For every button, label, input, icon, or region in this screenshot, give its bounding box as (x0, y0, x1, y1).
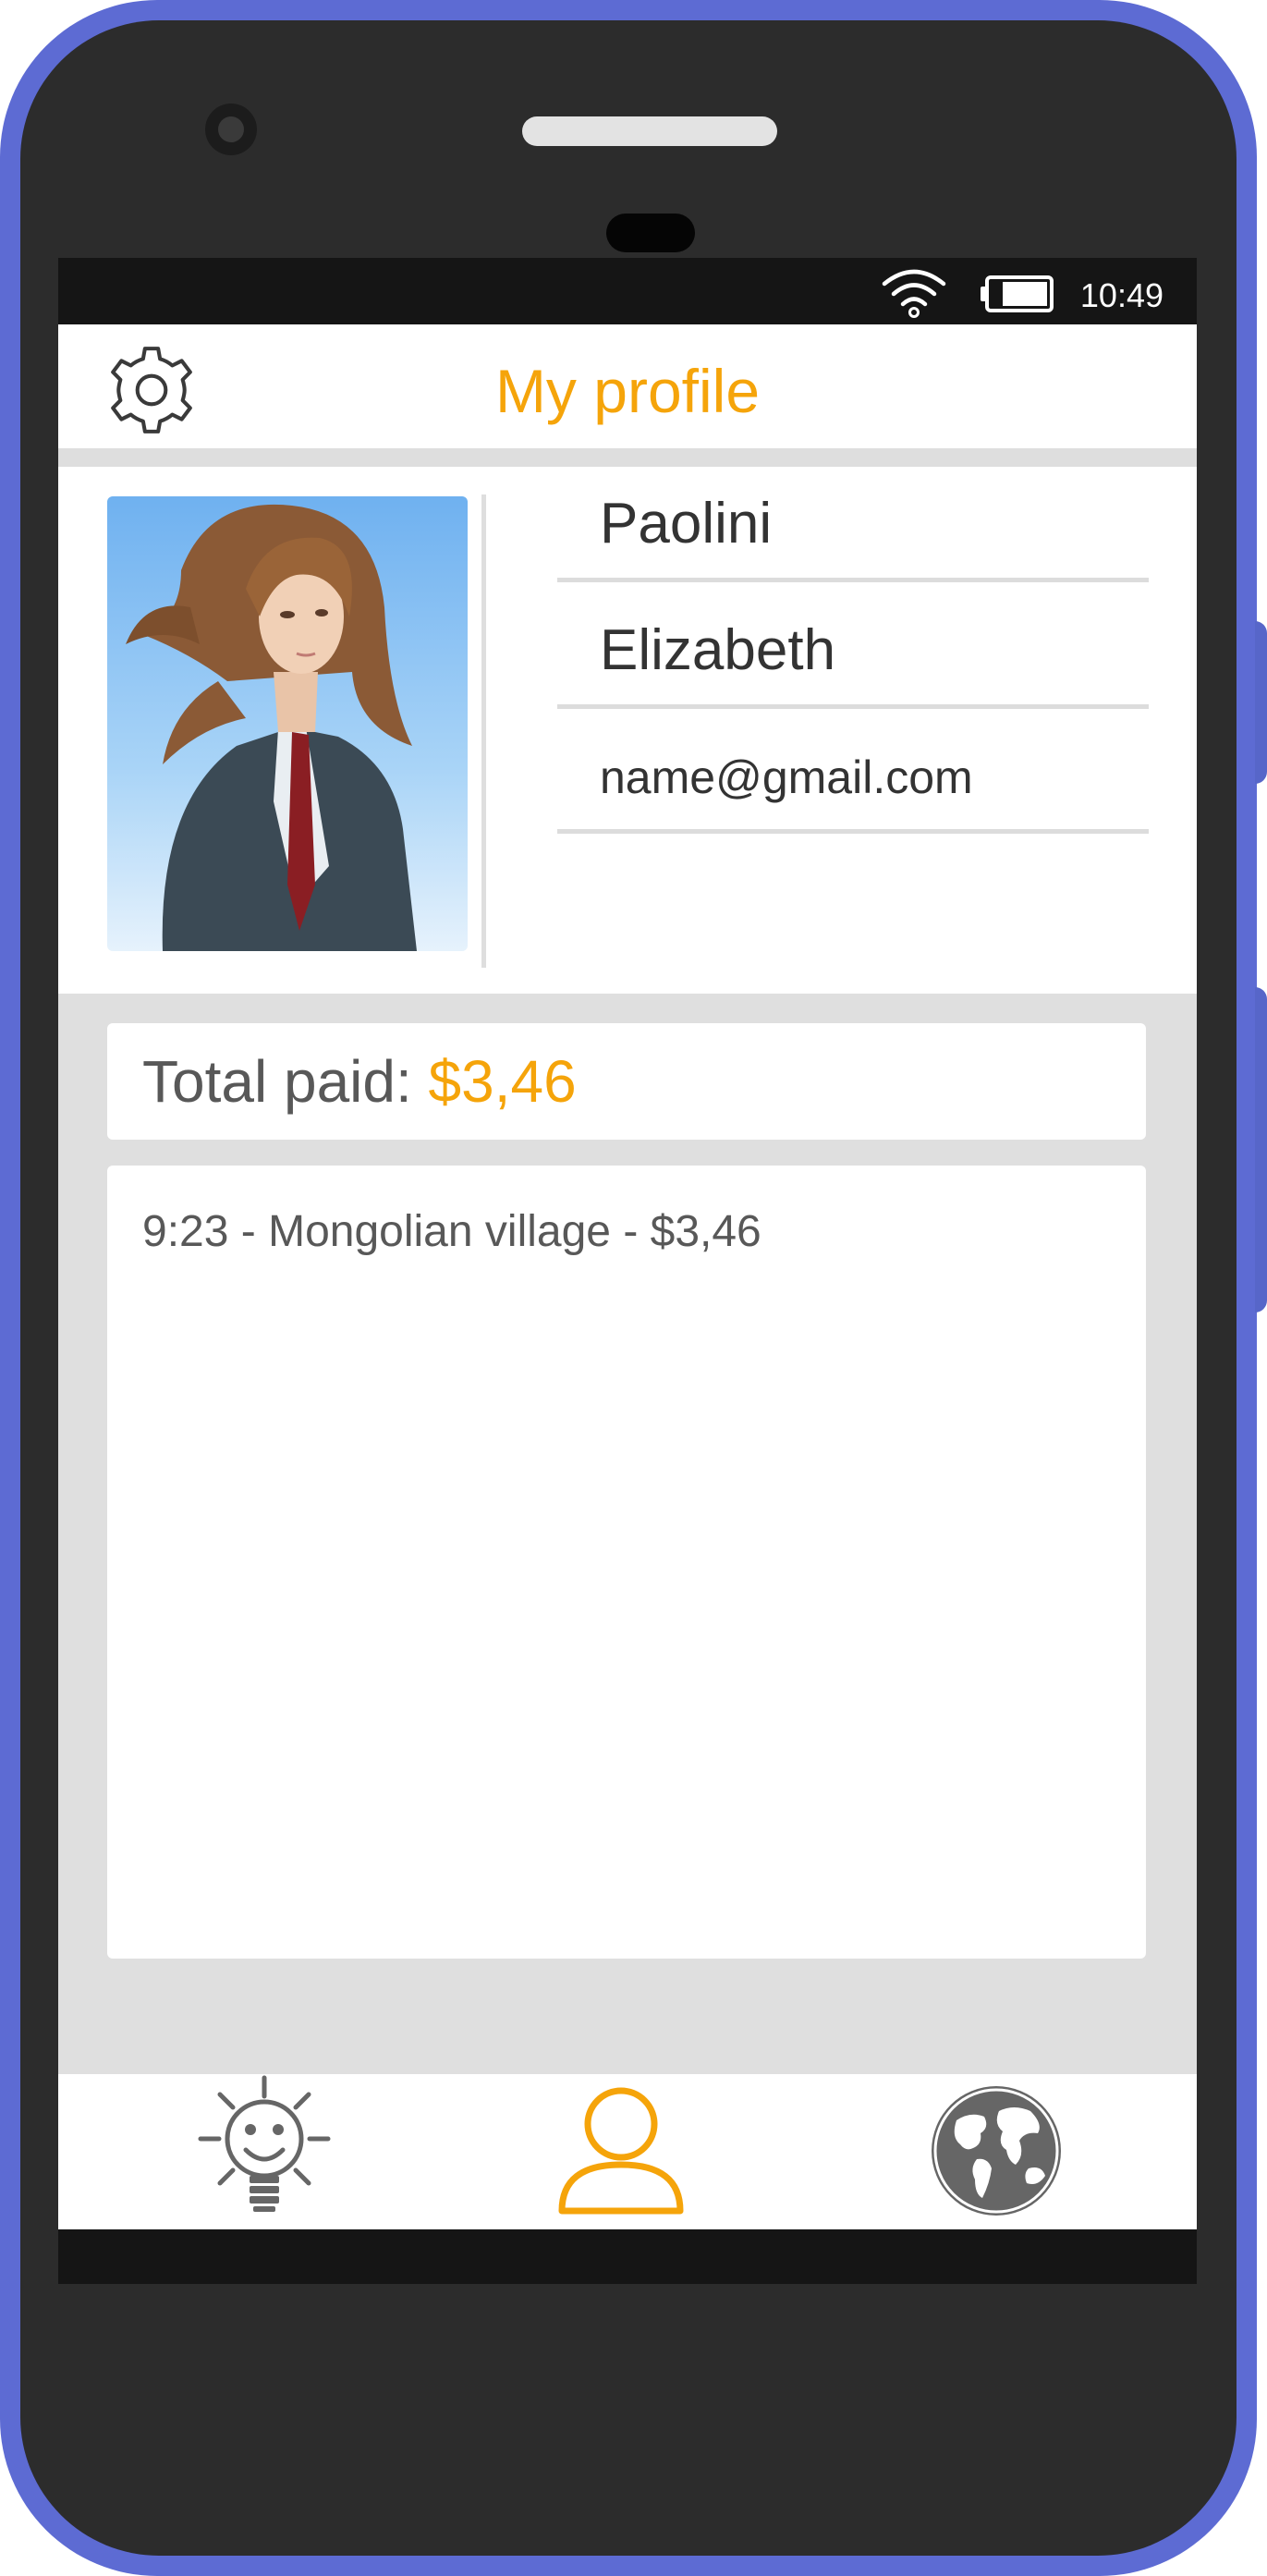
phone-side-button (1255, 987, 1267, 1312)
status-bar: 10:49 (58, 258, 1197, 324)
first-name-value: Elizabeth (600, 618, 836, 682)
app-bar: My profile (58, 324, 1197, 448)
earpiece-speaker (522, 116, 777, 146)
payment-history-list: 9:23 - Mongolian village - $3,46 (107, 1166, 1146, 1959)
total-paid-value: $3,46 (428, 1048, 577, 1115)
total-paid-text: Total paid: $3,46 (142, 1047, 577, 1116)
page-title: My profile (494, 357, 761, 425)
system-nav-bar (58, 2229, 1197, 2284)
profile-photo[interactable] (107, 496, 468, 951)
total-paid-label: Total paid: (142, 1048, 429, 1115)
profile-card: Paolini Elizabeth name@gmail.com (58, 467, 1197, 994)
wifi-icon (882, 269, 946, 318)
status-time: 10:49 (1079, 276, 1163, 314)
email-value: name@gmail.com (600, 751, 973, 803)
divider (481, 494, 486, 968)
field-underline (557, 704, 1149, 709)
user-icon[interactable] (554, 2085, 688, 2218)
last-name-value: Paolini (600, 492, 773, 555)
screen: 10:49 My profile Paolini Elizabeth name@… (58, 258, 1197, 2284)
proximity-sensor (606, 214, 695, 252)
first-name-field[interactable]: Elizabeth (557, 593, 1149, 709)
total-paid-card: Total paid: $3,46 (107, 1023, 1146, 1140)
email-field[interactable]: name@gmail.com (557, 718, 1149, 834)
front-camera (205, 104, 257, 155)
field-underline (557, 578, 1149, 582)
globe-icon[interactable] (929, 2083, 1064, 2218)
list-item[interactable]: 9:23 - Mongolian village - $3,46 (142, 1206, 761, 1257)
divider (58, 448, 1197, 467)
phone-side-button (1255, 621, 1267, 784)
bottom-nav (58, 2074, 1197, 2229)
field-underline (557, 829, 1149, 834)
lightbulb-smile-icon[interactable] (195, 2074, 334, 2213)
last-name-field[interactable]: Paolini (557, 467, 1149, 582)
battery-icon (981, 275, 1054, 312)
